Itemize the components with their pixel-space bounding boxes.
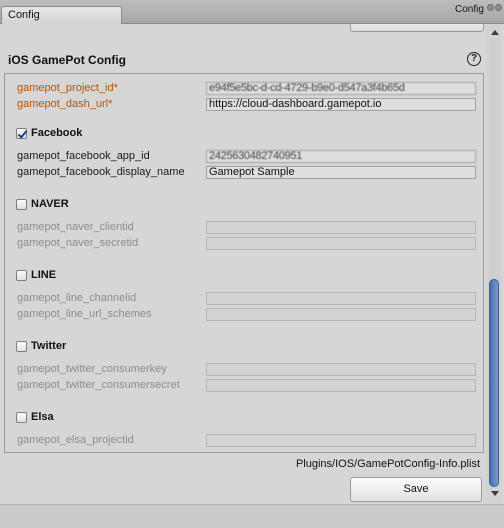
- facebook-app-id-label: gamepot_facebook_app_id: [17, 150, 150, 162]
- elsa-label: Elsa: [31, 411, 54, 423]
- line-label: LINE: [31, 269, 57, 281]
- plist-path: Plugins/IOS/GamePotConfig-Info.plist: [295, 458, 480, 470]
- scroll-thumb[interactable]: [489, 279, 499, 487]
- window-controls: [487, 4, 502, 11]
- window-close-button[interactable]: [495, 4, 502, 11]
- twitter-consumerkey-field[interactable]: [206, 363, 476, 376]
- scroll-down-arrow-icon[interactable]: [491, 491, 499, 496]
- twitter-consumersecret-field[interactable]: [206, 379, 476, 392]
- tab-config[interactable]: Config: [1, 6, 122, 24]
- naver-secretid-label: gamepot_naver_secretid: [17, 237, 139, 249]
- elsa-projectid-field[interactable]: [206, 434, 476, 447]
- save-button[interactable]: Save: [350, 477, 482, 502]
- twitter-group: Twitter: [16, 339, 66, 353]
- twitter-consumerkey-label: gamepot_twitter_consumerkey: [17, 363, 167, 375]
- dash-url-label: gamepot_dash_url*: [17, 98, 113, 110]
- window-title-bar: Config Config: [0, 0, 504, 24]
- naver-checkbox[interactable]: [16, 198, 27, 210]
- project-id-label: gamepot_project_id*: [17, 82, 118, 94]
- vertical-scrollbar[interactable]: [486, 24, 502, 504]
- facebook-display-name-field[interactable]: Gamepot Sample: [206, 166, 476, 179]
- bottom-strip: [0, 504, 504, 528]
- upper-button[interactable]: [350, 24, 484, 32]
- twitter-checkbox[interactable]: [16, 340, 27, 352]
- project-id-field[interactable]: e94f5e5bc-d-cd-4729-b9e0-d547a3f4b65d: [206, 82, 476, 95]
- window-title: Config: [455, 4, 484, 15]
- facebook-label: Facebook: [31, 127, 83, 139]
- elsa-projectid-label: gamepot_elsa_projectid: [17, 434, 134, 446]
- line-channelid-label: gamepot_line_channelid: [17, 292, 137, 304]
- facebook-app-id-field[interactable]: 2425630482740951: [206, 150, 476, 163]
- naver-label: NAVER: [31, 198, 69, 210]
- line-channelid-field[interactable]: [206, 292, 476, 305]
- elsa-group: Elsa: [16, 410, 54, 424]
- scroll-up-arrow-icon[interactable]: [491, 30, 499, 35]
- window-menu-button[interactable]: [487, 4, 494, 11]
- line-url-schemes-label: gamepot_line_url_schemes: [17, 308, 152, 320]
- naver-clientid-label: gamepot_naver_clientid: [17, 221, 134, 233]
- line-url-schemes-field[interactable]: [206, 308, 476, 321]
- config-panel: gamepot_project_id* e94f5e5bc-d-cd-4729-…: [4, 73, 484, 453]
- naver-clientid-field[interactable]: [206, 221, 476, 234]
- twitter-label: Twitter: [31, 340, 67, 352]
- facebook-checkbox[interactable]: [16, 127, 27, 139]
- dash-url-field[interactable]: https://cloud-dashboard.gamepot.io: [206, 98, 476, 111]
- section-title: iOS GamePot Config: [8, 53, 127, 67]
- facebook-display-name-label: gamepot_facebook_display_name: [17, 166, 185, 178]
- inspector-content: iOS GamePot Config ? gamepot_project_id*…: [2, 24, 486, 504]
- help-icon[interactable]: ?: [467, 52, 481, 66]
- line-group: LINE: [16, 268, 56, 282]
- naver-group: NAVER: [16, 197, 69, 211]
- line-checkbox[interactable]: [16, 269, 27, 281]
- facebook-group: Facebook: [16, 126, 82, 140]
- elsa-checkbox[interactable]: [16, 411, 27, 423]
- naver-secretid-field[interactable]: [206, 237, 476, 250]
- twitter-consumersecret-label: gamepot_twitter_consumersecret: [17, 379, 180, 391]
